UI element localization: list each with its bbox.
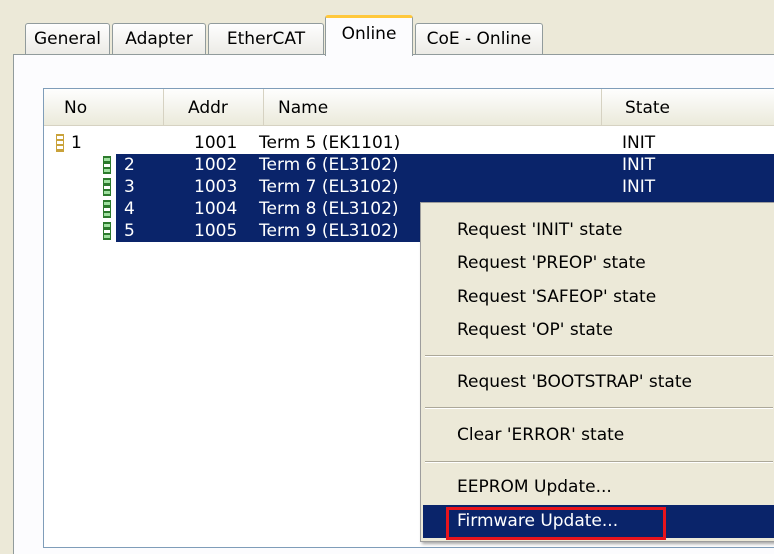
terminal-icon <box>103 156 111 174</box>
terminal-icon <box>103 200 111 218</box>
menu-item-eeprom-update[interactable]: EEPROM Update... <box>423 471 774 504</box>
column-name[interactable]: Name <box>264 89 602 125</box>
row-no: 2 <box>124 155 135 175</box>
row-name: Term 7 (EL3102) <box>259 177 399 197</box>
menu-separator <box>425 461 773 463</box>
tab-adapter[interactable]: Adapter <box>112 23 206 54</box>
row-name: Term 6 (EL3102) <box>259 155 399 175</box>
terminal-icon <box>103 222 111 240</box>
tab-online[interactable]: Online <box>325 15 413 56</box>
row-state: INIT <box>622 133 656 153</box>
list-header: No Addr Name State <box>44 89 774 126</box>
menu-separator <box>425 407 773 409</box>
row-no: 5 <box>124 221 135 241</box>
table-row[interactable]: 3 1003 Term 7 (EL3102) INIT <box>44 176 774 198</box>
menu-item-clear-error[interactable]: Clear 'ERROR' state <box>423 419 774 452</box>
menu-item-request-bootstrap[interactable]: Request 'BOOTSTRAP' state <box>423 366 774 399</box>
tab-general[interactable]: General <box>25 23 110 54</box>
tab-ethercat[interactable]: EtherCAT <box>208 23 324 54</box>
tab-coe-online[interactable]: CoE - Online <box>415 23 543 54</box>
row-addr: 1004 <box>194 199 238 219</box>
context-menu: Request 'INIT' state Request 'PREOP' sta… <box>420 202 774 542</box>
row-no: 1 <box>71 133 82 153</box>
column-state[interactable]: State <box>602 89 774 125</box>
menu-item-firmware-update[interactable]: Firmware Update... <box>423 505 774 538</box>
column-addr[interactable]: Addr <box>164 89 264 125</box>
column-no[interactable]: No <box>44 89 164 125</box>
terminal-icon <box>103 178 111 196</box>
menu-item-request-init[interactable]: Request 'INIT' state <box>423 214 774 247</box>
table-row[interactable]: 2 1002 Term 6 (EL3102) INIT <box>44 154 774 176</box>
row-addr: 1001 <box>194 133 238 153</box>
menu-item-request-preop[interactable]: Request 'PREOP' state <box>423 247 774 280</box>
tab-strip: General Adapter EtherCAT Online CoE - On… <box>0 0 774 60</box>
row-name: Term 5 (EK1101) <box>259 133 401 153</box>
row-state: INIT <box>622 177 656 197</box>
row-no: 3 <box>124 177 135 197</box>
menu-item-request-safeop[interactable]: Request 'SAFEOP' state <box>423 281 774 314</box>
table-row[interactable]: 1 1001 Term 5 (EK1101) INIT <box>44 132 774 154</box>
menu-separator <box>425 355 773 357</box>
row-name: Term 8 (EL3102) <box>259 199 399 219</box>
row-name: Term 9 (EL3102) <box>259 221 399 241</box>
row-no: 4 <box>124 199 135 219</box>
row-addr: 1003 <box>194 177 238 197</box>
row-state: INIT <box>622 155 656 175</box>
row-addr: 1002 <box>194 155 238 175</box>
menu-item-request-op[interactable]: Request 'OP' state <box>423 314 774 347</box>
row-addr: 1005 <box>194 221 238 241</box>
coupler-icon <box>56 134 64 152</box>
